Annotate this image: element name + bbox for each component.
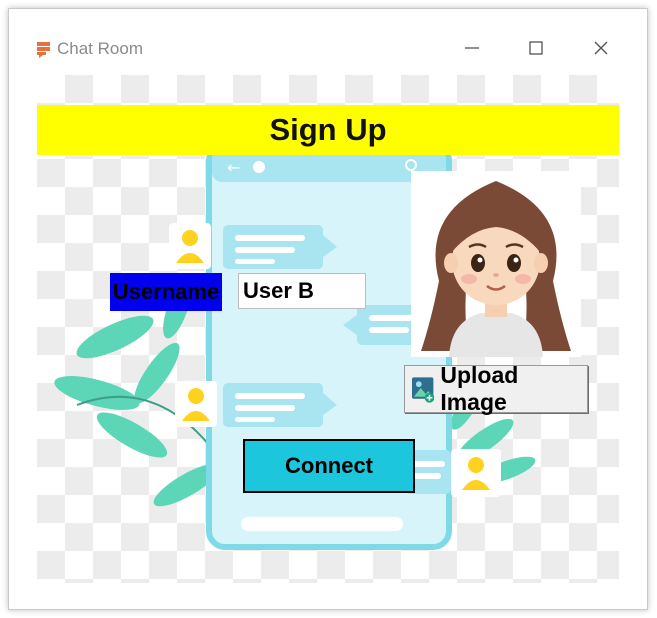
minimize-icon[interactable] [457, 35, 487, 61]
page-title: Sign Up [269, 112, 387, 147]
avatar-image [411, 171, 581, 357]
svg-text:←: ← [227, 158, 240, 177]
signup-banner: Sign Up [37, 105, 619, 155]
maximize-icon[interactable] [521, 35, 551, 61]
chat-bubbles-icon [37, 42, 50, 58]
connect-label: Connect [285, 453, 373, 478]
user-icon [169, 223, 211, 269]
window-title: Chat Room [57, 39, 143, 58]
chat-bubble-1 [223, 225, 337, 269]
signup-panel: ← Sign Up Username User B Upload Image C… [37, 75, 619, 583]
user-icon [175, 381, 217, 427]
user-icon [451, 449, 501, 497]
chat-room-window: Chat Room ← Sign Up Username User B Uplo… [8, 8, 648, 610]
username-input[interactable] [238, 273, 366, 309]
upload-image-label: Upload Image [440, 362, 519, 415]
connect-button[interactable]: Connect [243, 439, 415, 493]
chat-bubble-3 [223, 383, 337, 427]
close-icon[interactable] [586, 35, 616, 61]
title-bar: Chat Room [9, 9, 647, 69]
username-label: Username [110, 273, 222, 311]
girl-avatar-icon [421, 181, 571, 357]
image-upload-icon [411, 377, 435, 403]
upload-image-button[interactable]: Upload Image [404, 362, 588, 415]
